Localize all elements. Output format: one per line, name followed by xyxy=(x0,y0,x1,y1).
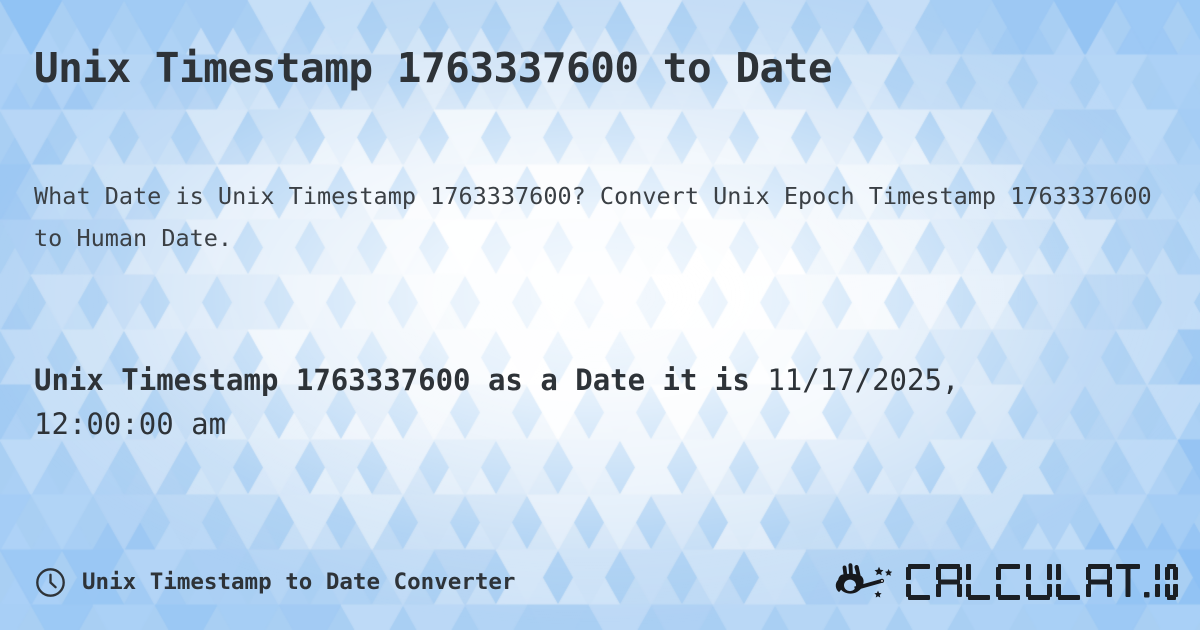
footer-label: Unix Timestamp to Date Converter xyxy=(82,569,516,595)
page-container: Unix Timestamp 1763337600 to Date What D… xyxy=(0,0,1200,630)
page-description: What Date is Unix Timestamp 1763337600? … xyxy=(34,182,1152,252)
result-lead-text: Unix Timestamp 1763337600 as a Date it i… xyxy=(34,362,750,397)
magic-wand-hand-icon xyxy=(834,560,900,604)
page-title: Unix Timestamp 1763337600 to Date xyxy=(34,44,833,92)
brand-logo[interactable] xyxy=(834,560,1178,604)
clock-icon xyxy=(34,566,67,599)
conversion-result: Unix Timestamp 1763337600 as a Date it i… xyxy=(34,358,1094,446)
footer: Unix Timestamp to Date Converter xyxy=(34,560,1178,604)
brand-wordmark xyxy=(906,562,1178,602)
footer-converter-link[interactable]: Unix Timestamp to Date Converter xyxy=(34,566,515,599)
